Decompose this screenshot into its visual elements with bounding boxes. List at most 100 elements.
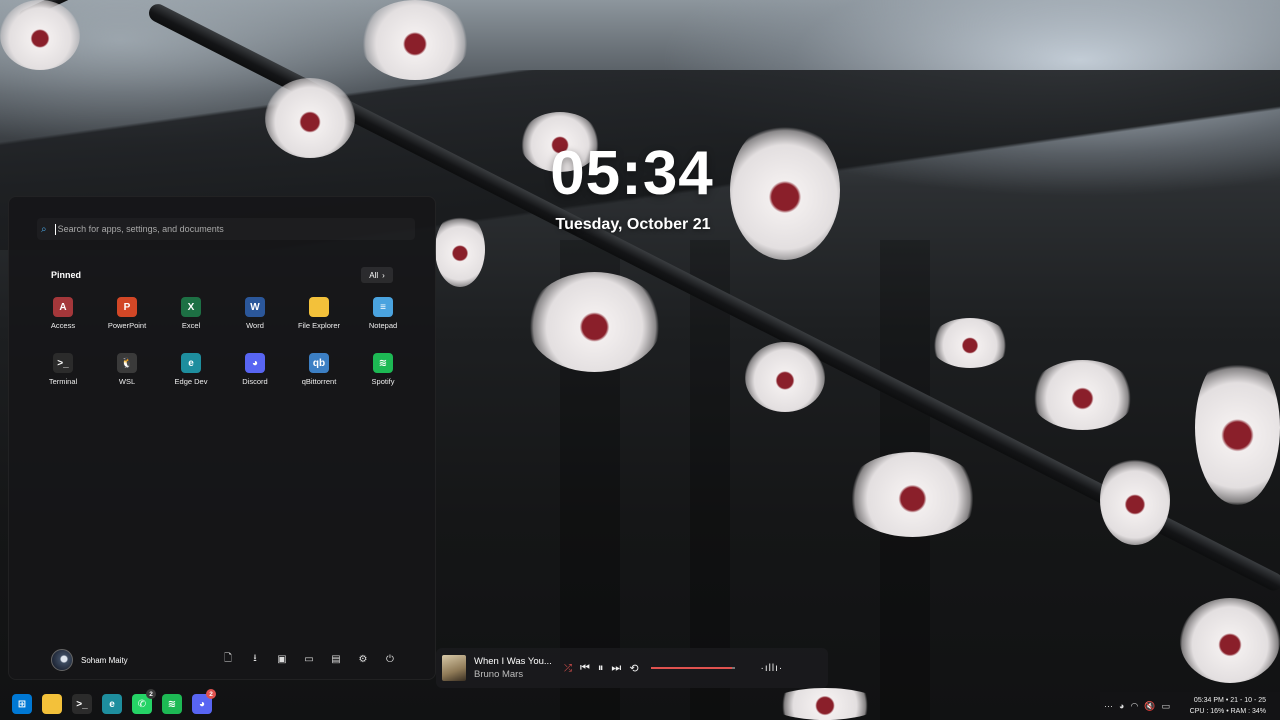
pinned-app-label: Notepad [368, 321, 398, 330]
album-cover[interactable] [442, 655, 466, 681]
tray-icons: ··· ◕ ◠ 🔇 ▭ [1104, 701, 1170, 712]
system-tray: ··· ◕ ◠ 🔇 ▭ 05:34 PM • 21 - 10 - 25 CPU … [1100, 692, 1280, 720]
pinned-app-powerpoint[interactable]: P PowerPoint [95, 297, 159, 335]
pinned-app-label: File Explorer [297, 321, 341, 330]
shuffle-icon[interactable]: ⤮ [564, 663, 572, 674]
pinned-app-notepad[interactable]: ≡ Notepad [351, 297, 415, 335]
volume-muted-icon[interactable]: 🔇 [1144, 701, 1155, 712]
qbittorrent-icon: qb [309, 353, 329, 373]
discord-tray-icon[interactable]: ◕ [1119, 701, 1124, 712]
search-placeholder: Search for apps, settings, and documents [57, 224, 224, 234]
word-icon: W [245, 297, 265, 317]
all-apps-button[interactable]: All › [361, 267, 393, 283]
pinned-app-discord[interactable]: ◕ Discord [223, 353, 287, 391]
pinned-app-label: Terminal [48, 377, 78, 386]
track-info: When I Was You... Bruno Mars [474, 656, 560, 680]
powerpoint-icon: P [117, 297, 137, 317]
document-icon[interactable]: 🗋 [221, 652, 235, 666]
pinned-app-word[interactable]: W Word [223, 297, 287, 335]
terminal-taskbar-icon[interactable]: >_ [72, 694, 92, 714]
pinned-app-label: Word [246, 321, 264, 330]
power-icon[interactable]: ⏻ [383, 652, 397, 666]
terminal-icon: >_ [53, 353, 73, 373]
notification-badge: 2 [206, 689, 216, 699]
pinned-heading: Pinned [51, 270, 82, 280]
all-apps-label: All [369, 270, 379, 280]
pinned-app-wsl[interactable]: 🐧 WSL [95, 353, 159, 391]
tray-time-date: 05:34 PM • 21 - 10 - 25 [1193, 697, 1267, 704]
media-progress-bar[interactable] [650, 667, 735, 669]
pinned-app-edge-dev[interactable]: e Edge Dev [159, 353, 223, 391]
excel-icon: X [181, 297, 201, 317]
blossom [0, 0, 80, 70]
pinned-app-label: Edge Dev [174, 377, 208, 386]
media-controls: ⤮ ⏮ ⏸ ⏭ ⟲ [564, 662, 639, 675]
taskbar-glyph: >_ [76, 698, 88, 710]
penguin-icon: 🐧 [117, 353, 137, 373]
folder-icon[interactable]: ▤ [329, 652, 343, 666]
blossom [745, 342, 825, 412]
blossom [1100, 455, 1170, 545]
overflow-dots-icon[interactable]: ··· [1104, 701, 1113, 712]
blossom [1180, 598, 1280, 683]
pause-icon[interactable]: ⏸ [598, 662, 604, 675]
pinned-app-excel[interactable]: X Excel [159, 297, 223, 335]
user-account-button[interactable]: Soham Maity [51, 649, 128, 671]
edge-dev-taskbar-icon[interactable]: e [102, 694, 122, 714]
pinned-apps-grid: A Access P PowerPoint X Excel W Word File Explor… [31, 297, 421, 391]
discord-icon: ◕ [245, 353, 265, 373]
tray-clock[interactable]: 05:34 PM • 21 - 10 - 25 CPU : 16% • RAM … [1180, 695, 1266, 717]
taskbar-glyph: ✆ [137, 698, 147, 710]
whatsapp-taskbar-icon[interactable]: ✆ 2 [132, 689, 156, 714]
video-icon[interactable]: ▭ [302, 652, 316, 666]
previous-icon[interactable]: ⏮ [580, 662, 590, 675]
blossom [1195, 350, 1280, 505]
pinned-app-label: Excel [181, 321, 201, 330]
pinned-app-label: Access [50, 321, 76, 330]
start-button[interactable]: ⊞ [12, 694, 32, 714]
folder-icon [309, 297, 329, 317]
notification-badge: 2 [146, 689, 156, 699]
taskbar-icons: ⊞ >_ e ✆ 2 ≋ ◕ 2 [12, 689, 216, 714]
taskbar-glyph: ⊞ [17, 698, 27, 710]
edge-dev-icon: e [181, 353, 201, 373]
repeat-icon[interactable]: ⟲ [629, 662, 638, 675]
pinned-app-label: qBittorrent [301, 377, 337, 386]
battery-icon[interactable]: ▭ [1162, 701, 1171, 712]
track-artist: Bruno Mars [474, 669, 524, 680]
start-quick-links: 🗋 ⭳ ▣ ▭ ▤ ⚙ ⏻ [221, 652, 397, 666]
wifi-icon[interactable]: ◠ [1130, 701, 1138, 712]
taskbar: ⊞ >_ e ✆ 2 ≋ ◕ 2 [0, 689, 1280, 720]
start-menu: ⌕ Search for apps, settings, and documen… [8, 196, 436, 680]
avatar [51, 649, 73, 671]
download-icon[interactable]: ⭳ [248, 652, 262, 666]
pinned-app-access[interactable]: A Access [31, 297, 95, 335]
track-title: When I Was You... [474, 656, 552, 667]
blossom [930, 318, 1010, 368]
media-player-widget: When I Was You... Bruno Mars ⤮ ⏮ ⏸ ⏭ ⟲ ·… [436, 648, 828, 688]
search-icon: ⌕ [41, 223, 47, 235]
user-name: Soham Maity [81, 655, 128, 665]
pinned-app-label: WSL [118, 377, 136, 386]
pinned-app-file-explorer[interactable]: File Explorer [287, 297, 351, 335]
pinned-app-spotify[interactable]: ≋ Spotify [351, 353, 415, 391]
blossom [845, 452, 980, 537]
blossom [527, 272, 662, 372]
next-icon[interactable]: ⏭ [611, 662, 621, 675]
pinned-app-terminal[interactable]: >_ Terminal [31, 353, 95, 391]
discord-taskbar-icon[interactable]: ◕ 2 [192, 689, 216, 714]
text-caret [54, 223, 56, 235]
pinned-app-label: PowerPoint [107, 321, 147, 330]
spotify-icon: ≋ [373, 353, 393, 373]
file-explorer-taskbar-icon[interactable] [42, 694, 62, 714]
spotify-taskbar-icon[interactable]: ≋ [162, 694, 182, 714]
settings-icon[interactable]: ⚙ [356, 652, 370, 666]
pictures-icon[interactable]: ▣ [275, 652, 289, 666]
blossom [360, 0, 470, 80]
audio-visualizer-icon: ·ıllı· [760, 662, 784, 674]
pinned-app-qbittorrent[interactable]: qb qBittorrent [287, 353, 351, 391]
taskbar-glyph: ≋ [167, 698, 177, 710]
chevron-right-icon: › [382, 270, 385, 280]
start-search-input[interactable]: ⌕ Search for apps, settings, and documen… [37, 218, 415, 240]
blossom [1030, 360, 1135, 430]
